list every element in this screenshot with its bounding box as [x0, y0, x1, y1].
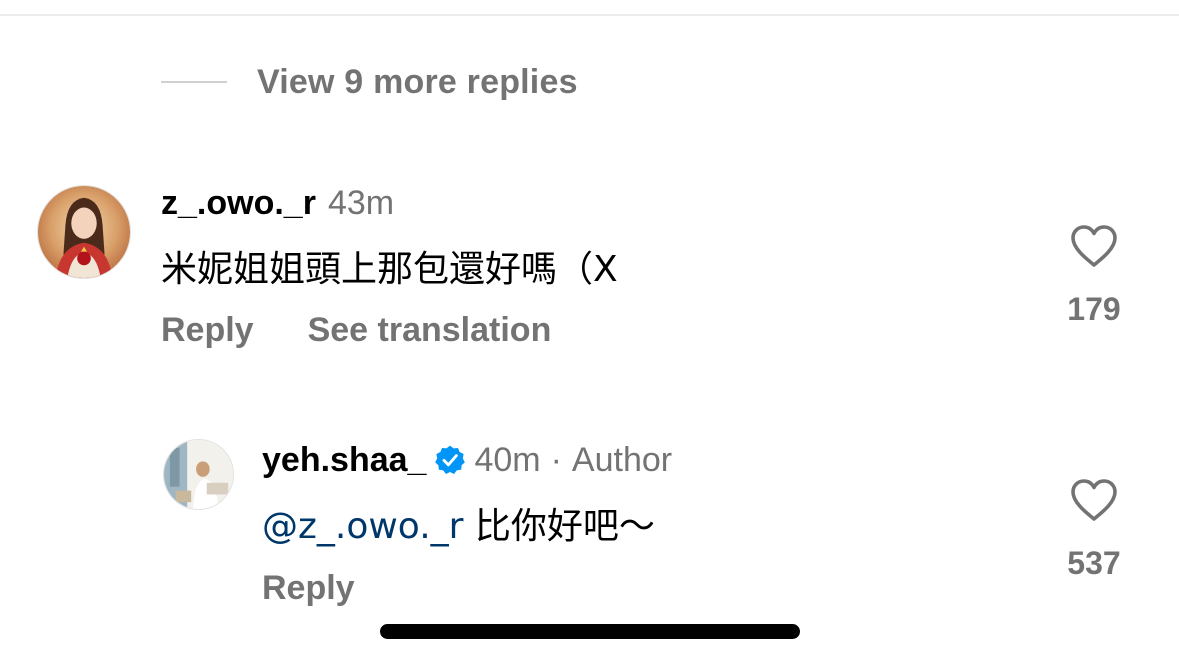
like-group: 179 [1049, 223, 1139, 328]
comment-actions: Reply [262, 566, 355, 610]
comment-header: z_.owo._r 43m [161, 182, 394, 224]
like-count: 179 [1067, 291, 1121, 327]
reply-button[interactable]: Reply [161, 311, 254, 350]
username[interactable]: z_.owo._r [161, 184, 316, 223]
thread-line [161, 81, 227, 83]
heart-outline-icon[interactable] [1069, 477, 1119, 523]
comment-body: 比你好吧～ [463, 506, 655, 547]
mention-link[interactable]: @z_.owo._r [262, 506, 463, 547]
timestamp: 40m [474, 440, 541, 479]
heart-outline-icon[interactable] [1069, 223, 1119, 269]
like-group: 537 [1049, 477, 1139, 582]
home-indicator[interactable] [380, 624, 800, 639]
reply-button[interactable]: Reply [262, 569, 355, 608]
timestamp: 43m [327, 183, 395, 222]
comment-actions: Reply See translation [161, 308, 551, 352]
view-more-replies-label: View 9 more replies [257, 62, 578, 101]
comment-text: @z_.owo._r 比你好吧～ [262, 497, 655, 547]
view-more-replies-button[interactable]: View 9 more replies [161, 60, 578, 104]
author-label: Author [571, 440, 673, 479]
meta-separator: · [550, 440, 562, 479]
avatar[interactable] [163, 439, 234, 510]
comment-text: 米妮姐姐頭上那包還好嗎（X [161, 249, 618, 290]
username[interactable]: yeh.shaa_ [262, 441, 426, 480]
like-count: 537 [1067, 545, 1121, 581]
comment-header: yeh.shaa_ 40m · Author [262, 438, 672, 482]
top-divider [0, 14, 1179, 16]
avatar-image [38, 186, 130, 278]
see-translation-button[interactable]: See translation [308, 311, 552, 350]
avatar-image [164, 440, 233, 509]
verified-badge-icon [435, 445, 466, 474]
avatar[interactable] [37, 185, 131, 279]
